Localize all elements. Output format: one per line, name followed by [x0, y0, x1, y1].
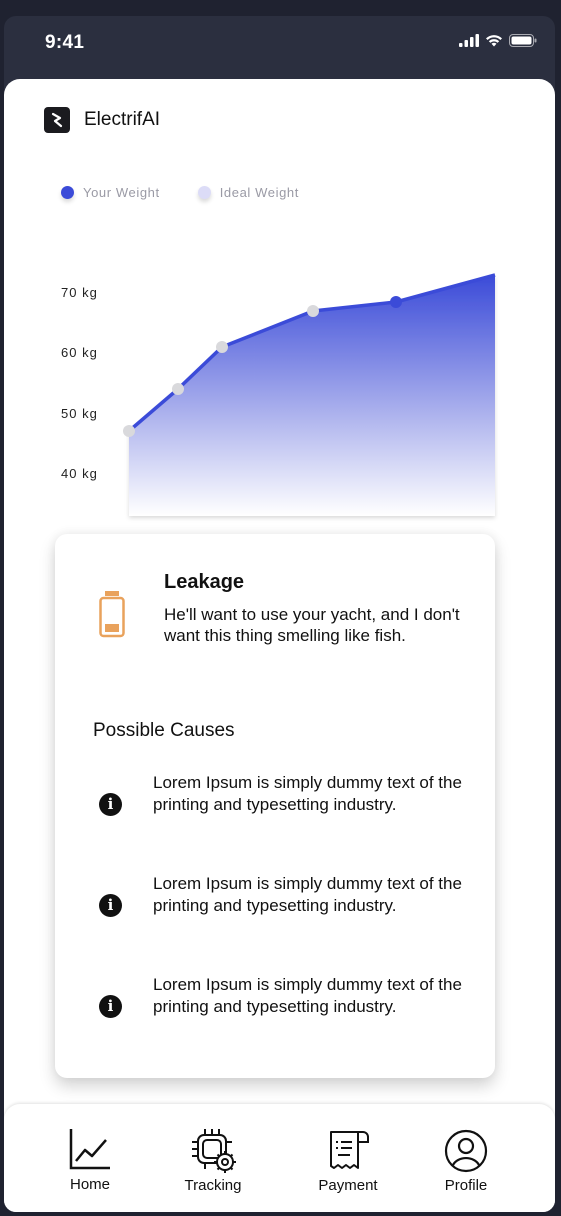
issue-description: He'll want to use your yacht, and I don'…: [164, 605, 460, 645]
battery-low-icon: [99, 591, 125, 638]
chart-legend: Your Weight Ideal Weight: [61, 185, 299, 200]
tab-tracking[interactable]: Tracking: [172, 1126, 254, 1194]
weight-chart: 70 kg 60 kg 50 kg 40 kg: [61, 273, 496, 516]
tab-label: Tracking: [184, 1177, 242, 1194]
y-tick-label: 70 kg: [61, 285, 98, 300]
logo-bolt-icon: [51, 112, 63, 128]
causes-title: Possible Causes: [93, 720, 235, 741]
main-screen: ElectrifAI Your Weight Ideal Weight 70 k…: [4, 79, 555, 1212]
y-tick-label: 40 kg: [61, 466, 98, 481]
app-name: ElectrifAI: [84, 109, 161, 130]
legend-dot-ideal-weight: [197, 186, 211, 199]
data-point: [307, 305, 319, 317]
legend-dot-your-weight: [61, 186, 74, 199]
data-point: [390, 296, 402, 308]
app-header: ElectrifAI: [44, 107, 160, 133]
cause-text: Lorem Ipsum is simply dummy text of the …: [153, 975, 462, 1016]
chart-line-icon: [69, 1129, 110, 1170]
cause-text: Lorem Ipsum is simply dummy text of the …: [153, 773, 462, 814]
cause-text: Lorem Ipsum is simply dummy text of the …: [153, 874, 462, 915]
legend-label: Your Weight: [83, 185, 160, 200]
tab-home[interactable]: Home: [64, 1128, 116, 1193]
signal-icon: [459, 34, 479, 47]
tab-label: Profile: [444, 1177, 488, 1194]
y-tick-label: 60 kg: [61, 345, 98, 360]
status-icons: [459, 34, 537, 47]
user-circle-icon: [444, 1129, 488, 1173]
chip-gear-icon: [192, 1129, 236, 1173]
tab-payment[interactable]: Payment: [310, 1128, 386, 1194]
data-point: [123, 425, 135, 437]
info-icon: i: [99, 793, 122, 816]
data-point: [172, 383, 184, 395]
legend-label: Ideal Weight: [219, 185, 299, 200]
info-icon: i: [99, 894, 122, 917]
tab-label: Payment: [318, 1177, 378, 1194]
legend-ideal-weight: Ideal Weight: [197, 185, 299, 200]
legend-your-weight: Your Weight: [61, 185, 160, 200]
receipt-icon: [330, 1131, 369, 1169]
issue-title: Leakage: [164, 571, 245, 593]
tab-profile[interactable]: Profile: [436, 1128, 496, 1194]
app-logo: [44, 107, 70, 133]
bottom-tab-bar: Home Tracking Payment Profile: [4, 1104, 555, 1212]
data-point: [216, 341, 228, 353]
y-tick-label: 50 kg: [61, 406, 98, 421]
tab-label: Home: [69, 1176, 110, 1193]
info-icon: i: [99, 995, 122, 1018]
status-time: 9:41: [45, 32, 85, 53]
wifi-icon: [486, 35, 502, 47]
phone-frame: 9:41 ElectrifAI Your Weight Ideal Weight…: [4, 16, 555, 1212]
status-bar: 9:41: [4, 16, 555, 78]
battery-icon: [509, 34, 537, 47]
issue-card: Leakage He'll want to use your yacht, an…: [55, 534, 495, 1078]
